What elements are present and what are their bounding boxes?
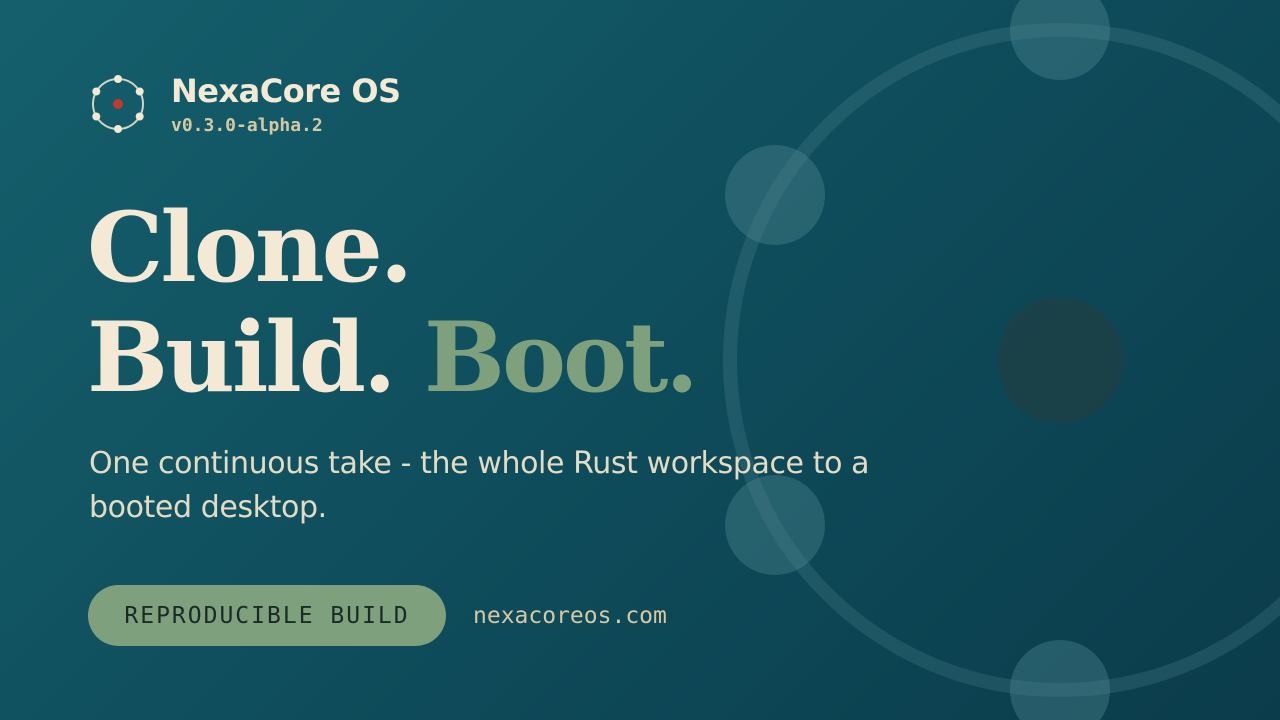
orbit-core: [997, 297, 1123, 423]
subtitle: One continuous take - the whole Rust wor…: [89, 446, 870, 525]
headline-line1: Clone.: [87, 191, 413, 304]
version-label: v0.3.0-alpha.2: [171, 115, 323, 136]
reproducible-build-badge: REPRODUCIBLE BUILD: [88, 585, 446, 646]
orbit-nodes-logo-icon: [92, 75, 144, 133]
headline: Clone. Build. Boot.: [87, 191, 699, 414]
headline-line2-b: Boot.: [423, 301, 699, 414]
website-link[interactable]: nexacoreos.com: [473, 600, 667, 632]
orbit-node-upper-left: [725, 145, 825, 245]
orbit-node-bottom: [1010, 640, 1110, 720]
orbit-node-top: [1010, 0, 1110, 80]
headline-line2-a: Build.: [87, 301, 396, 414]
brand-name: NexaCore OS: [171, 72, 401, 110]
